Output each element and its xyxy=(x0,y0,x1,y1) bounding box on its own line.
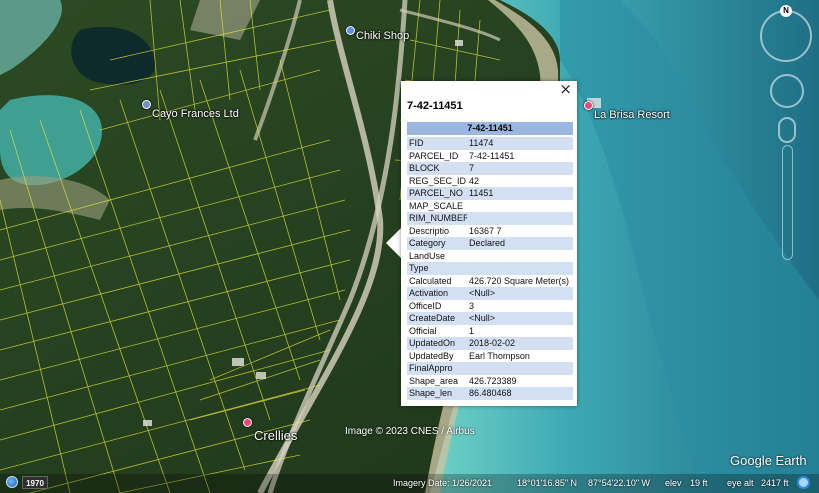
attr-value xyxy=(467,262,573,275)
close-icon[interactable]: × xyxy=(559,81,572,97)
table-row: CreateDate <Null> xyxy=(407,312,573,325)
attr-value: 2018-02-02 xyxy=(469,338,516,348)
attr-key: Descriptio xyxy=(409,225,450,236)
attr-value: 11451 xyxy=(469,188,494,198)
eye-alt-label: eye alt xyxy=(727,478,754,488)
attr-key: Official xyxy=(409,325,437,336)
table-row: Calculated 426.720 Square Meter(s) xyxy=(407,274,573,287)
attr-value: 11474 xyxy=(469,138,494,148)
attr-value: 42 xyxy=(469,175,480,186)
place-label-cayo-frances[interactable]: Cayo Frances Ltd xyxy=(152,108,239,120)
place-label-la-brisa-resort[interactable]: La Brisa Resort xyxy=(594,109,670,121)
attr-value xyxy=(467,250,573,263)
attr-key: BLOCK xyxy=(409,163,440,173)
table-row: Activation <Null> xyxy=(407,287,573,300)
attr-value: 7 xyxy=(469,163,475,173)
imagery-copyright: Image © 2023 CNES / Airbus xyxy=(345,426,475,437)
attr-value: 7-42-11451 xyxy=(469,150,515,161)
attr-key: FID xyxy=(409,138,424,148)
attr-value: <Null> xyxy=(469,288,496,298)
table-row: OfficeID 3 xyxy=(407,299,573,312)
table-row: BLOCK 7 xyxy=(407,162,573,175)
attr-value: 1 xyxy=(469,325,475,336)
compass-ring[interactable] xyxy=(760,10,812,62)
parcel-info-balloon: 7-42-11451 × 7-42-11451 FID 11474 PARCEL_… xyxy=(401,81,577,406)
attr-key: Calculated xyxy=(409,275,452,286)
table-row: UpdatedBy Earl Thompson xyxy=(407,349,573,362)
table-row: Shape_area 426.723389 xyxy=(407,374,573,387)
attr-key: PARCEL_ID xyxy=(409,150,459,161)
table-row: UpdatedOn 2018-02-02 xyxy=(407,337,573,350)
attr-key: Activation xyxy=(409,288,449,298)
imagery-date: Imagery Date: 1/26/2021 xyxy=(393,478,493,488)
table-row: PARCEL_ID 7-42-11451 xyxy=(407,149,573,162)
attr-key: Shape_area xyxy=(409,375,459,386)
attr-value: 3 xyxy=(469,300,475,311)
table-row: Category Declared xyxy=(407,237,573,250)
shop-pin-icon[interactable] xyxy=(346,26,355,35)
historical-imagery-year[interactable]: 1970 xyxy=(22,476,48,489)
table-row: Type xyxy=(407,262,573,275)
table-row: REG_SEC_ID 42 xyxy=(407,174,573,187)
attr-value: 426.723389 xyxy=(469,375,517,386)
attr-key: REG_SEC_ID xyxy=(409,175,467,186)
globe-icon[interactable] xyxy=(6,476,18,488)
attr-key: LandUse xyxy=(409,250,446,261)
eye-alt-value: 2417 ft xyxy=(761,478,789,488)
attr-key: MAP_SCALE xyxy=(409,200,464,211)
table-row: Descriptio 16367 7 xyxy=(407,224,573,237)
business-pin-icon[interactable] xyxy=(142,100,151,109)
elevation-value: 19 ft xyxy=(690,478,708,488)
look-joystick[interactable] xyxy=(770,74,804,108)
table-row: Shape_len 86.480468 xyxy=(407,387,573,400)
table-row: MAP_SCALE xyxy=(407,199,573,213)
attr-key: OfficeID xyxy=(409,300,442,311)
streaming-status-icon xyxy=(797,476,810,489)
compass-north-icon[interactable]: N xyxy=(780,5,792,17)
resort-pin-icon[interactable] xyxy=(584,101,593,110)
place-label-chiki-shop[interactable]: Chiki Shop xyxy=(356,30,409,42)
table-row: Official 1 xyxy=(407,324,573,337)
table-row: FinalAppro xyxy=(407,362,573,375)
latitude-readout: 18°01'16.85" N xyxy=(517,478,578,488)
popup-title: 7-42-11451 xyxy=(407,100,463,112)
attr-value: 86.480468 xyxy=(469,388,512,398)
popup-pointer xyxy=(386,227,402,259)
zoom-slider[interactable] xyxy=(782,145,793,260)
attr-key: FinalAppro xyxy=(409,363,453,373)
attr-key: UpdatedBy xyxy=(409,350,454,361)
table-row: RIM_NUMBER xyxy=(407,212,573,225)
attr-value: Declared xyxy=(469,238,506,248)
attr-key: Category xyxy=(409,238,446,248)
attr-value: Earl Thompson xyxy=(469,350,530,361)
attr-key: Type xyxy=(409,263,429,273)
attr-value: 426.720 Square Meter(s) xyxy=(469,275,570,286)
table-row: PARCEL_NO 11451 xyxy=(407,187,573,200)
table-row: LandUse xyxy=(407,249,573,263)
attr-value xyxy=(467,362,573,375)
attribute-table-header: 7-42-11451 xyxy=(407,122,573,135)
attr-value xyxy=(467,212,573,225)
google-earth-logo: Google Earth xyxy=(730,453,807,468)
elevation-label: elev xyxy=(665,478,682,488)
restaurant-pin-icon[interactable] xyxy=(243,418,252,427)
attr-value xyxy=(467,200,573,213)
attr-key: RIM_NUMBER xyxy=(409,213,467,223)
attr-key: UpdatedOn xyxy=(409,338,456,348)
table-row: FID 11474 xyxy=(407,137,573,150)
attr-value: <Null> xyxy=(469,313,496,323)
longitude-readout: 87°54'22.10" W xyxy=(588,478,651,488)
place-label-crellies[interactable]: Crellies xyxy=(254,428,297,443)
attr-key: PARCEL_NO xyxy=(409,188,463,198)
attr-key: Shape_len xyxy=(409,388,453,398)
attr-value: 16367 7 xyxy=(469,225,502,236)
attr-key: CreateDate xyxy=(409,313,456,323)
street-view-pegman-icon[interactable] xyxy=(778,117,796,143)
attribute-table: FID 11474 PARCEL_ID 7-42-11451 BLOCK 7 REG_… xyxy=(407,137,573,400)
